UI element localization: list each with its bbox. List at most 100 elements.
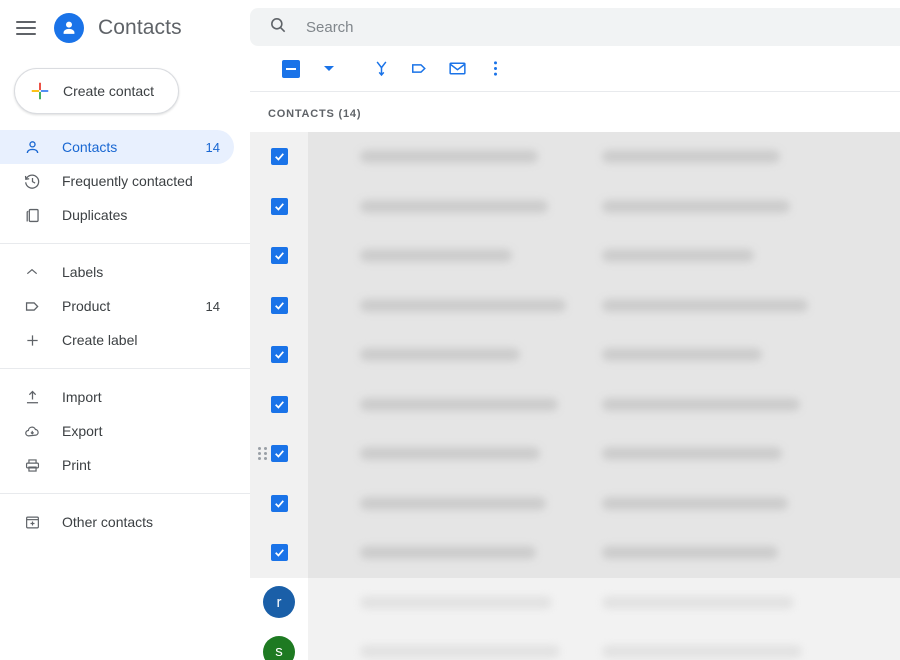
contact-name-redacted <box>360 299 566 312</box>
row-content[interactable] <box>308 132 900 182</box>
avatar[interactable]: s <box>263 636 295 660</box>
row-content[interactable] <box>308 429 900 479</box>
row-select-cell <box>250 429 308 479</box>
row-content[interactable] <box>308 281 900 331</box>
row-content[interactable] <box>308 578 900 628</box>
sidebar-item-print[interactable]: Print <box>0 448 234 482</box>
cloud-download-icon <box>22 421 42 441</box>
merge-contacts-button[interactable] <box>362 50 400 88</box>
caret-down-icon <box>324 66 334 71</box>
contacts-list: rs <box>250 132 900 660</box>
table-row[interactable] <box>250 479 900 529</box>
contact-email-redacted <box>602 398 800 411</box>
row-checkbox-checked[interactable] <box>271 148 288 165</box>
table-row[interactable] <box>250 182 900 232</box>
table-row[interactable] <box>250 231 900 281</box>
sidebar: Contacts Create contact Contacts 14 <box>0 0 250 660</box>
row-checkbox-checked[interactable] <box>271 247 288 264</box>
row-checkbox-checked[interactable] <box>271 346 288 363</box>
sidebar-divider-1 <box>0 243 250 244</box>
row-content[interactable] <box>308 231 900 281</box>
sidebar-item-contacts-label: Contacts <box>62 139 186 155</box>
drag-handle-icon[interactable] <box>258 447 268 461</box>
sidebar-nav: Contacts 14 Frequently contacted <box>0 130 250 539</box>
contact-email-redacted <box>602 596 794 609</box>
contact-name-redacted <box>360 645 560 658</box>
sidebar-item-contacts-count: 14 <box>206 140 220 155</box>
sidebar-item-export-label: Export <box>62 423 234 439</box>
contact-email-redacted <box>602 249 754 262</box>
row-checkbox-checked[interactable] <box>271 396 288 413</box>
contact-name-redacted <box>360 348 520 361</box>
sidebar-item-frequently-contacted-label: Frequently contacted <box>62 173 234 189</box>
send-email-button[interactable] <box>438 50 476 88</box>
selection-dropdown-button[interactable] <box>310 50 348 88</box>
hamburger-icon[interactable] <box>16 16 40 40</box>
create-contact-button[interactable]: Create contact <box>14 68 179 114</box>
row-select-cell <box>250 132 308 182</box>
search-bar[interactable] <box>250 8 900 46</box>
table-row[interactable] <box>250 330 900 380</box>
table-row[interactable] <box>250 528 900 578</box>
row-checkbox-checked[interactable] <box>271 445 288 462</box>
row-select-cell <box>250 281 308 331</box>
contact-email-redacted <box>602 645 802 658</box>
row-content[interactable] <box>308 479 900 529</box>
row-checkbox-checked[interactable] <box>271 544 288 561</box>
contacts-person-logo <box>54 13 84 43</box>
tag-outline-icon <box>22 296 42 316</box>
row-content[interactable] <box>308 182 900 232</box>
sidebar-item-labels-label: Labels <box>62 264 234 280</box>
table-row[interactable] <box>250 132 900 182</box>
upload-icon <box>22 387 42 407</box>
main-panel: CONTACTS (14) rs <box>250 0 900 660</box>
contact-email-redacted <box>602 348 762 361</box>
row-content[interactable] <box>308 528 900 578</box>
sidebar-item-other-contacts-label: Other contacts <box>62 514 234 530</box>
sidebar-item-product-count: 14 <box>206 299 220 314</box>
row-content[interactable] <box>308 380 900 430</box>
sidebar-item-other-contacts[interactable]: Other contacts <box>0 505 234 539</box>
contact-email-redacted <box>602 150 780 163</box>
sidebar-item-create-label[interactable]: Create label <box>0 323 234 357</box>
manage-labels-button[interactable] <box>400 50 438 88</box>
chevron-up-icon <box>22 262 42 282</box>
sidebar-item-frequently-contacted[interactable]: Frequently contacted <box>0 164 234 198</box>
checkbox-indeterminate-icon <box>282 60 300 78</box>
table-row[interactable]: r <box>250 578 900 628</box>
plus-icon <box>29 80 51 102</box>
contact-name-redacted <box>360 249 512 262</box>
sidebar-item-labels[interactable]: Labels <box>0 255 234 289</box>
row-select-cell <box>250 182 308 232</box>
contact-name-redacted <box>360 497 546 510</box>
sidebar-item-export[interactable]: Export <box>0 414 234 448</box>
row-select-cell <box>250 380 308 430</box>
table-row[interactable] <box>250 281 900 331</box>
duplicate-pages-icon <box>22 205 42 225</box>
row-checkbox-checked[interactable] <box>271 198 288 215</box>
contact-email-redacted <box>602 200 790 213</box>
row-checkbox-checked[interactable] <box>271 297 288 314</box>
contact-name-redacted <box>360 447 540 460</box>
select-all-checkbox[interactable] <box>272 50 310 88</box>
avatar[interactable]: r <box>263 586 295 618</box>
row-content[interactable] <box>308 330 900 380</box>
contact-email-redacted <box>602 497 788 510</box>
search-input[interactable] <box>306 19 900 36</box>
contact-email-redacted <box>602 299 808 312</box>
create-contact-label: Create contact <box>63 83 154 99</box>
table-row[interactable] <box>250 380 900 430</box>
table-row[interactable]: s <box>250 627 900 660</box>
row-content[interactable] <box>308 627 900 660</box>
sidebar-item-duplicates[interactable]: Duplicates <box>0 198 234 232</box>
table-row[interactable] <box>250 429 900 479</box>
label-tag-icon <box>409 58 430 79</box>
sidebar-item-contacts[interactable]: Contacts 14 <box>0 130 234 164</box>
contact-name-redacted <box>360 150 538 163</box>
sidebar-item-product[interactable]: Product 14 <box>0 289 234 323</box>
sidebar-item-import[interactable]: Import <box>0 380 234 414</box>
more-actions-button[interactable] <box>476 50 514 88</box>
email-envelope-icon <box>447 58 468 79</box>
contact-name-redacted <box>360 596 552 609</box>
row-checkbox-checked[interactable] <box>271 495 288 512</box>
